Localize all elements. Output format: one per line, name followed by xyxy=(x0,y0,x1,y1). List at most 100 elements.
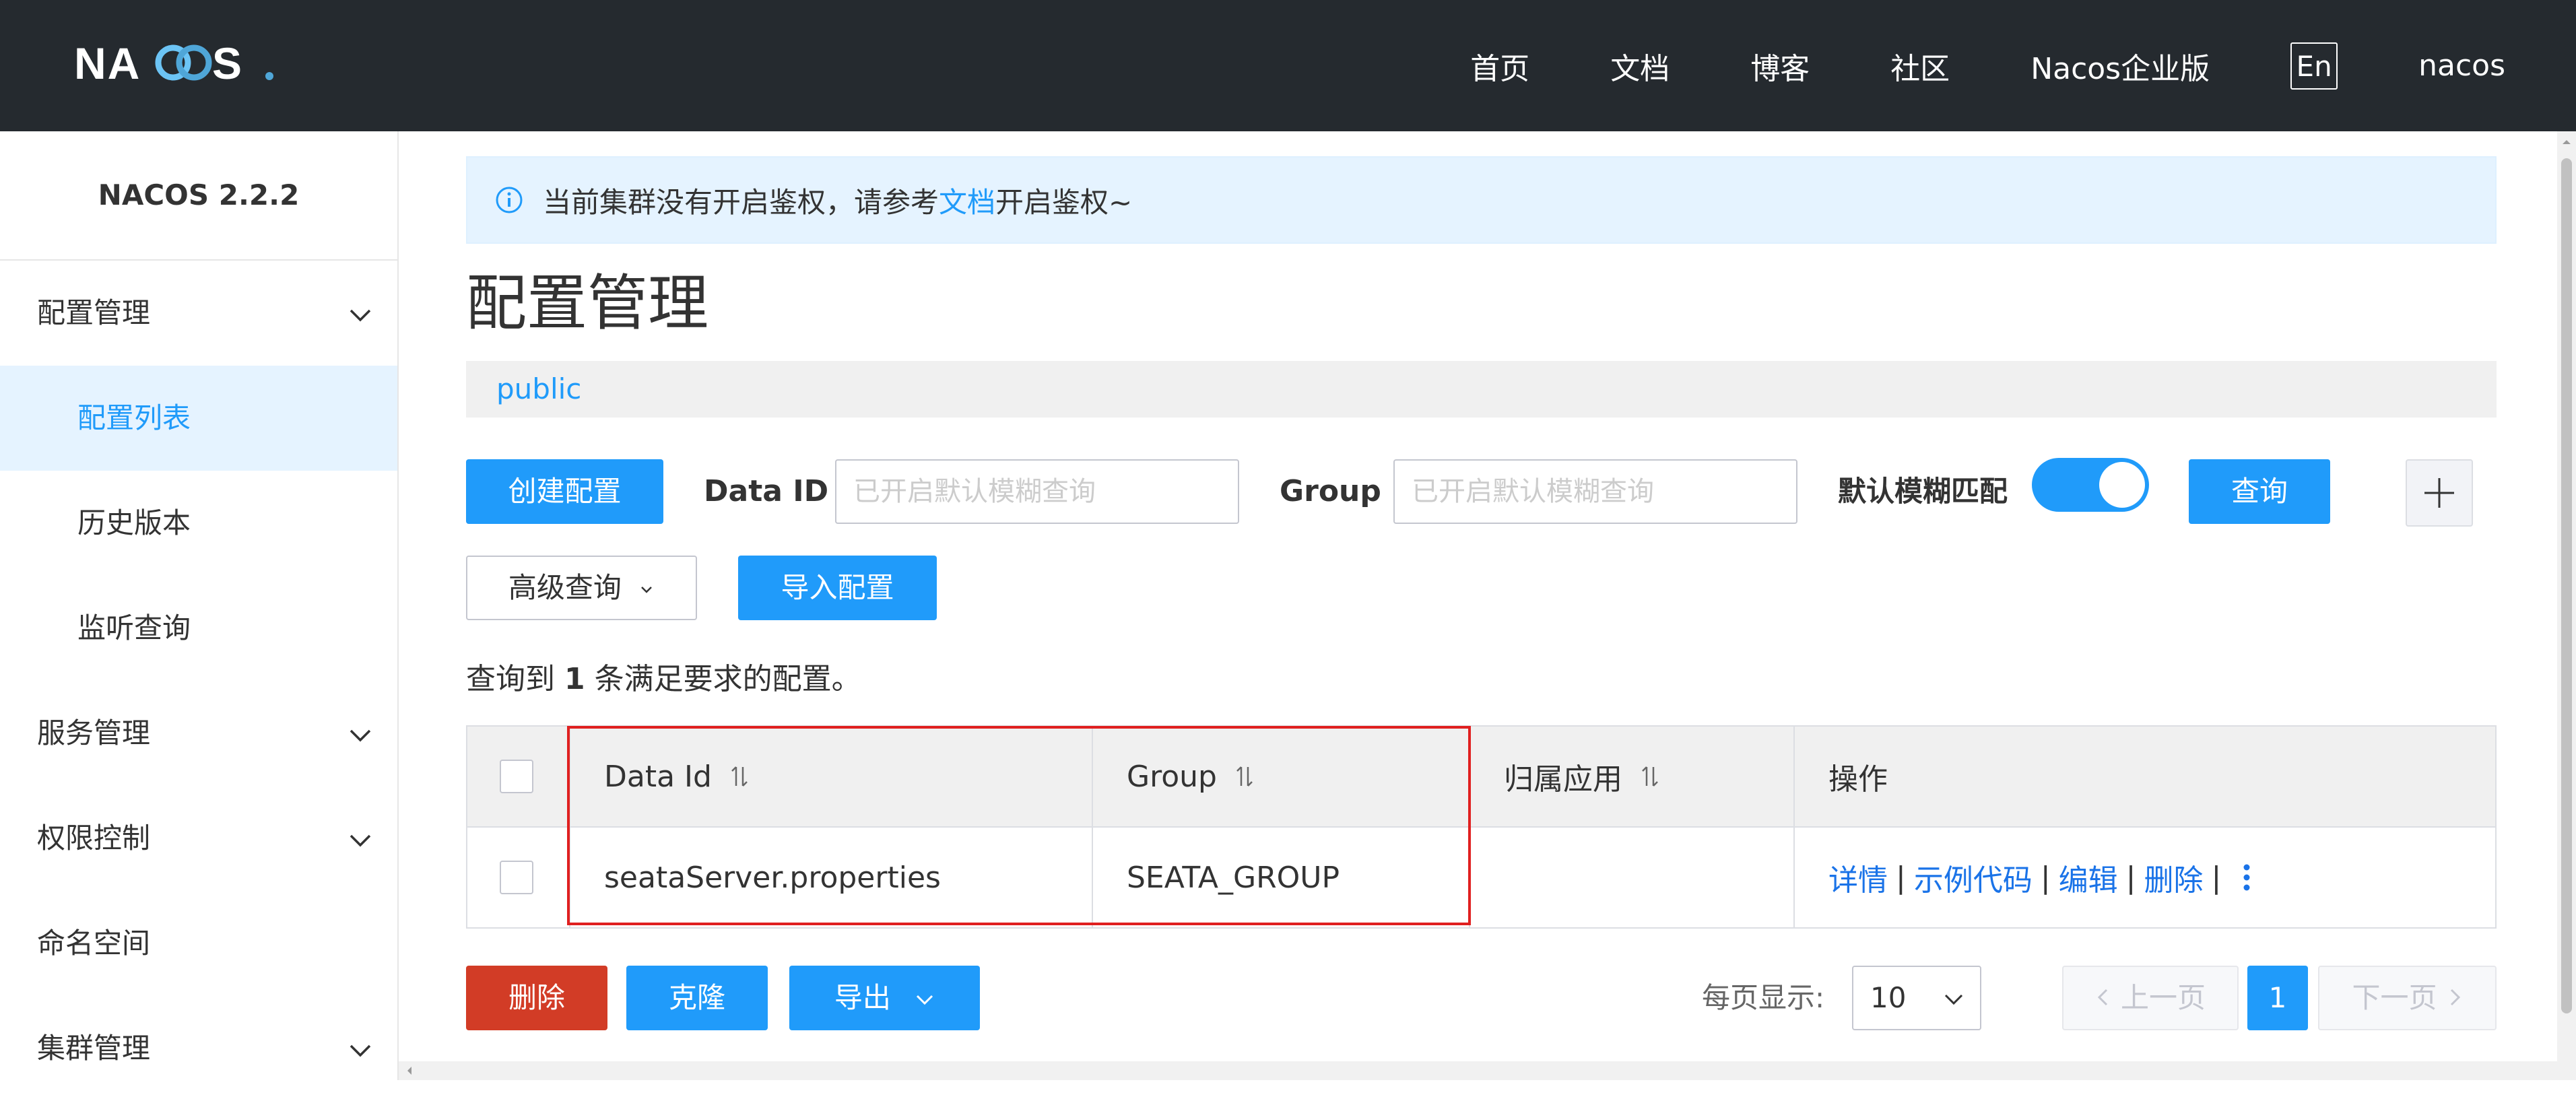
group-label: Group xyxy=(1280,459,1381,524)
sidebar-item-listener-query[interactable]: 监听查询 xyxy=(0,576,397,681)
nav-blog[interactable]: 博客 xyxy=(1750,44,1810,88)
create-config-button[interactable]: 创建配置 xyxy=(466,459,663,524)
sidebar-item-namespace[interactable]: 命名空间 xyxy=(0,891,397,996)
sidebar-item-label: 集群管理 xyxy=(37,1032,150,1065)
column-title: 操作 xyxy=(1828,755,1888,798)
advanced-query-button[interactable]: 高级查询 xyxy=(466,556,697,620)
vertical-scrollbar[interactable] xyxy=(2557,131,2576,1080)
scroll-up-icon[interactable] xyxy=(2557,133,2576,152)
separator: | xyxy=(2211,861,2221,895)
svg-text:NA: NA xyxy=(74,38,141,88)
language-switch-button[interactable]: En xyxy=(2290,42,2338,90)
separator: | xyxy=(1896,861,1906,895)
sidebar-item-config-management[interactable]: 配置管理 xyxy=(0,261,397,366)
table-header-row: Data Id Group 归属应用 操作 xyxy=(467,727,2495,826)
clone-button[interactable]: 克隆 xyxy=(626,966,768,1030)
plus-icon xyxy=(2407,461,2472,525)
sidebar-item-label: 命名空间 xyxy=(37,927,150,960)
page-size-label: 每页显示: xyxy=(1702,966,1824,1030)
sidebar-item-access-control[interactable]: 权限控制 xyxy=(0,786,397,891)
chevron-down-icon xyxy=(347,721,374,748)
batch-delete-button[interactable]: 删除 xyxy=(466,966,607,1030)
add-filter-button[interactable] xyxy=(2406,459,2473,527)
row-checkbox[interactable] xyxy=(500,861,533,894)
sidebar-item-config-list[interactable]: 配置列表 xyxy=(0,366,397,471)
sort-icon[interactable] xyxy=(1234,763,1255,790)
version-label: NACOS 2.2.2 xyxy=(0,131,397,261)
user-menu[interactable]: nacos xyxy=(2418,48,2505,83)
svg-text:S: S xyxy=(212,38,242,88)
sidebar-item-label: 配置列表 xyxy=(77,401,191,434)
header-checkbox-cell xyxy=(467,727,569,826)
chevron-down-icon xyxy=(347,826,374,853)
notice-docs-link[interactable]: 文档 xyxy=(939,180,995,221)
chevron-right-icon xyxy=(2447,987,2463,1007)
top-nav-bar: NA S 首页 文档 博客 社区 Nacos企业版 En nacos xyxy=(0,0,2576,131)
chevron-left-icon xyxy=(2095,987,2111,1007)
chevron-down-icon xyxy=(915,991,935,1007)
scrollbar-thumb[interactable] xyxy=(2561,158,2572,1013)
nav-docs[interactable]: 文档 xyxy=(1610,44,1670,88)
namespace-public[interactable]: public xyxy=(496,372,581,405)
result-suffix: 条满足要求的配置。 xyxy=(595,662,861,696)
column-header-app[interactable]: 归属应用 xyxy=(1469,727,1793,826)
column-header-ops: 操作 xyxy=(1793,727,2495,826)
sidebar-item-label: 服务管理 xyxy=(37,716,150,749)
sample-code-link[interactable]: 示例代码 xyxy=(1914,856,2033,899)
next-page-button[interactable]: 下一页 xyxy=(2318,966,2497,1030)
auth-notice: 当前集群没有开启鉴权，请参考文档开启鉴权~ xyxy=(466,156,2497,244)
row-checkbox-cell xyxy=(467,828,569,927)
scroll-left-icon[interactable] xyxy=(400,1061,419,1080)
sidebar-item-history[interactable]: 历史版本 xyxy=(0,471,397,576)
prev-page-button[interactable]: 上一页 xyxy=(2062,966,2239,1030)
nav-community[interactable]: 社区 xyxy=(1890,44,1950,88)
notice-text-prefix: 当前集群没有开启鉴权，请参考 xyxy=(543,180,939,221)
column-header-dataid[interactable]: Data Id xyxy=(569,727,1092,826)
prev-page-label: 上一页 xyxy=(2121,981,2206,1014)
column-title: 归属应用 xyxy=(1504,755,1622,798)
page-size-value: 10 xyxy=(1870,981,1906,1014)
top-nav-links: 首页 文档 博客 社区 Nacos企业版 En nacos xyxy=(1389,0,2505,131)
separator: | xyxy=(2126,861,2136,895)
select-all-checkbox[interactable] xyxy=(500,760,533,793)
sidebar: NACOS 2.2.2 配置管理 配置列表 历史版本 监听查询 服务管理 权限控… xyxy=(0,131,399,1080)
column-title: Data Id xyxy=(604,760,712,794)
search-toolbar: 创建配置 Data ID 已开启默认模糊查询 Group 已开启默认模糊查询 默… xyxy=(466,459,2497,527)
export-button[interactable]: 导出 xyxy=(789,966,980,1030)
column-header-group[interactable]: Group xyxy=(1092,727,1469,826)
toggle-knob xyxy=(2099,462,2145,508)
sidebar-item-label: 权限控制 xyxy=(37,822,150,855)
sidebar-item-label: 历史版本 xyxy=(77,506,191,539)
sort-icon[interactable] xyxy=(1640,763,1660,790)
main-content: 当前集群没有开启鉴权，请参考文档开启鉴权~ 配置管理 public 创建配置 D… xyxy=(466,156,2497,418)
edit-link[interactable]: 编辑 xyxy=(2059,856,2118,899)
more-vertical-icon[interactable] xyxy=(2241,862,2252,893)
import-config-button[interactable]: 导入配置 xyxy=(738,556,937,620)
page-size-select[interactable]: 10 xyxy=(1852,966,1981,1030)
group-search-input[interactable]: 已开启默认模糊查询 xyxy=(1393,459,1797,524)
chevron-down-icon xyxy=(347,1036,374,1063)
notice-text-suffix: 开启鉴权~ xyxy=(995,180,1132,221)
chevron-down-icon xyxy=(347,301,374,328)
cell-group: SEATA_GROUP xyxy=(1092,828,1469,927)
delete-link[interactable]: 删除 xyxy=(2144,856,2203,899)
nacos-logo[interactable]: NA S xyxy=(74,37,276,91)
sidebar-item-service-management[interactable]: 服务管理 xyxy=(0,681,397,786)
current-page-button[interactable]: 1 xyxy=(2247,966,2308,1030)
cell-ops: 详情| 示例代码| 编辑| 删除| xyxy=(1793,828,2495,927)
nav-home[interactable]: 首页 xyxy=(1470,44,1529,88)
cell-dataid: seataServer.properties xyxy=(569,828,1092,927)
page-title: 配置管理 xyxy=(466,260,2497,347)
query-button[interactable]: 查询 xyxy=(2189,459,2330,524)
sort-icon[interactable] xyxy=(729,763,750,790)
nav-enterprise[interactable]: Nacos企业版 xyxy=(2030,44,2210,88)
dataid-search-input[interactable]: 已开启默认模糊查询 xyxy=(835,459,1239,524)
dataid-label: Data ID xyxy=(704,459,828,524)
detail-link[interactable]: 详情 xyxy=(1828,856,1888,899)
advanced-query-label: 高级查询 xyxy=(508,571,622,604)
sidebar-item-cluster-management[interactable]: 集群管理 xyxy=(0,996,397,1101)
horizontal-scrollbar[interactable] xyxy=(399,1061,2557,1080)
fuzzy-match-toggle[interactable] xyxy=(2032,458,2149,512)
result-prefix: 查询到 xyxy=(466,662,555,696)
namespace-bar: public xyxy=(466,361,2497,418)
